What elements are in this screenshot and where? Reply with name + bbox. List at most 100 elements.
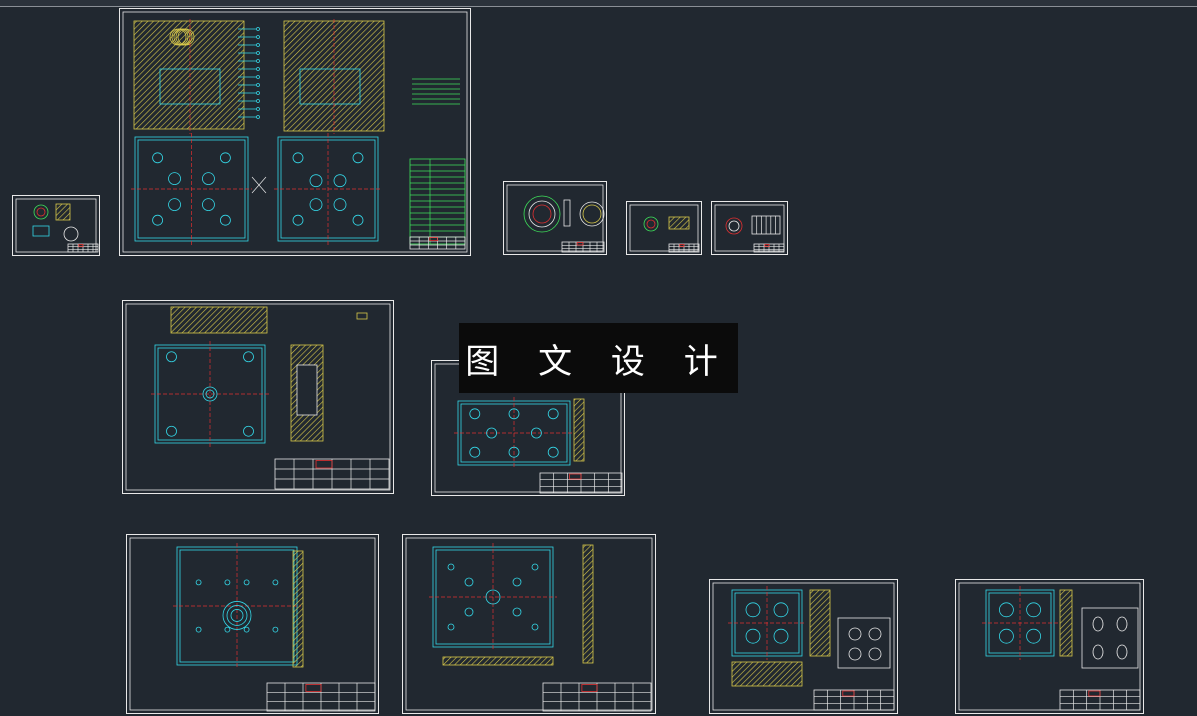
cad-outline (563, 199, 571, 227)
cad-hole (272, 626, 279, 633)
cad-outline (569, 473, 582, 480)
cad-hole (469, 408, 481, 420)
cad-hole (643, 216, 659, 232)
cad-hole (469, 446, 481, 458)
cad-hole (447, 623, 455, 631)
cad-hole (848, 647, 862, 661)
drawing-sheet-mold-assembly[interactable] (119, 8, 471, 256)
drawing-sheet-plate-c[interactable] (126, 534, 379, 714)
cad-outline (764, 244, 770, 247)
cad-hole (728, 220, 740, 232)
cad-outline (305, 683, 322, 692)
cad-hole (447, 563, 455, 571)
cad-hole (579, 201, 605, 227)
cad-hole (1092, 644, 1104, 660)
cad-outline (129, 537, 376, 711)
watermark-banner: 图 文 设 计 (459, 323, 738, 393)
cad-hole (256, 51, 260, 55)
cad-outline (32, 225, 50, 237)
cad-hole (195, 626, 202, 633)
cad-hatched-section (731, 661, 803, 687)
drawing-sheet-cavity-e[interactable] (709, 579, 898, 714)
cad-hatched-section (170, 306, 268, 334)
cad-hole (243, 626, 250, 633)
cad-outline (315, 460, 333, 469)
cad-hole (152, 152, 163, 164)
cad-hole (333, 198, 347, 212)
cad-hole (725, 217, 743, 235)
cad-hole (646, 219, 656, 229)
cad-hatched-section (573, 398, 585, 462)
cad-hole (202, 172, 215, 186)
cad-hole (582, 204, 602, 224)
cad-hatched-section (668, 216, 690, 230)
cad-hole (256, 59, 260, 63)
cad-outline (506, 184, 604, 252)
cad-hole (292, 214, 304, 226)
cad-outline (296, 364, 318, 416)
drawing-sheet-plate-d[interactable] (402, 534, 656, 714)
cad-hole (256, 115, 260, 119)
cad-hole (168, 198, 181, 212)
cad-hole (63, 226, 79, 242)
cad-hole (309, 198, 323, 212)
drawing-sheet-small-part[interactable] (12, 195, 100, 256)
cad-outline (679, 244, 685, 247)
cad-hole (352, 152, 364, 164)
cad-hole (272, 579, 279, 586)
cad-hole (1026, 602, 1041, 618)
cad-hole (352, 214, 364, 226)
cad-hole (464, 607, 474, 617)
drawing-sheet-cavity-f[interactable] (955, 579, 1144, 714)
cad-hole (256, 43, 260, 47)
drawing-sheet-plate-a[interactable] (122, 300, 394, 494)
cad-hole (202, 198, 215, 212)
cad-hole (152, 214, 163, 226)
cad-hole (220, 152, 231, 164)
drawing-sheet-small-part-a[interactable] (626, 201, 702, 255)
cad-hole (166, 425, 177, 437)
cad-hole (1116, 616, 1128, 632)
cad-hole (999, 628, 1014, 644)
cad-hole (195, 579, 202, 586)
cad-hole (868, 647, 882, 661)
cad-hole (256, 67, 260, 71)
cad-hole (256, 107, 260, 111)
drawing-sheet-ring-part[interactable] (503, 181, 607, 255)
cad-hatched-section (1059, 589, 1073, 657)
cad-hole (256, 75, 260, 79)
cad-hole (512, 577, 522, 587)
cad-outline (1088, 690, 1101, 697)
cad-hole (999, 602, 1014, 618)
cad-outline (842, 690, 855, 697)
cad-surface-symbol (356, 312, 368, 320)
cad-hole (243, 351, 254, 363)
cad-hole (256, 27, 260, 31)
cad-hole (547, 446, 559, 458)
cad-hole (1116, 644, 1128, 660)
cad-hole (868, 627, 882, 641)
cad-hole (224, 579, 231, 586)
cad-hole (243, 579, 250, 586)
cad-hole (256, 35, 260, 39)
cad-hole (168, 172, 181, 186)
cad-hole (745, 602, 761, 618)
cad-hole (1092, 616, 1104, 632)
cad-hole (36, 207, 46, 217)
cad-hole (256, 91, 260, 95)
cad-hole (224, 626, 231, 633)
cad-hole (531, 623, 539, 631)
cad-hole (292, 152, 304, 164)
cad-hole (243, 425, 254, 437)
cad-hatched-section (55, 203, 71, 221)
cad-hole (464, 577, 474, 587)
application-top-bar (0, 0, 1197, 7)
cad-outline (78, 244, 84, 247)
cad-hole (1026, 628, 1041, 644)
cad-hole (33, 204, 49, 220)
cad-hole (256, 99, 260, 103)
cad-hole (531, 563, 539, 571)
cad-outline (1081, 607, 1139, 669)
drawing-sheet-small-part-b[interactable] (711, 201, 788, 255)
cad-hole (848, 627, 862, 641)
